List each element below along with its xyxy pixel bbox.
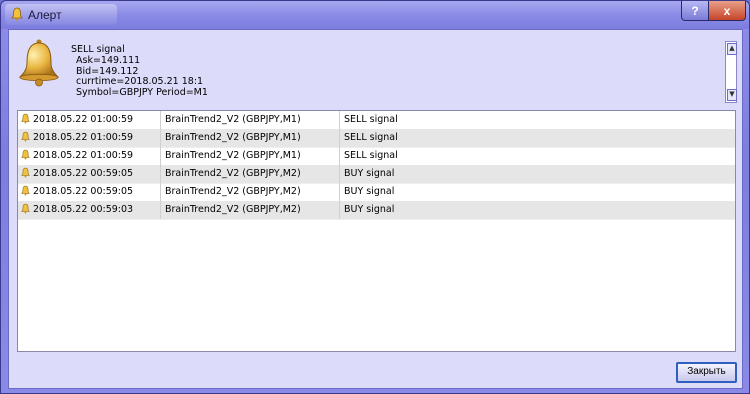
dialog-client-area: SELL signal Ask=149.111 Bid=149.112 curr… (8, 29, 743, 389)
bell-icon (21, 149, 30, 160)
alert-message-cell: BUY signal (344, 168, 395, 179)
message-line: SELL signal (71, 44, 125, 55)
alert-row[interactable]: 2018.05.22 01:00:59 BrainTrend2_V2 (GBPJ… (18, 129, 735, 148)
bell-icon (11, 7, 23, 21)
help-button[interactable]: ? (681, 1, 709, 21)
alert-message-cell: SELL signal (344, 150, 398, 161)
alert-time-cell: 2018.05.22 01:00:59 (18, 129, 161, 147)
alert-list: 2018.05.22 01:00:59 BrainTrend2_V2 (GBPJ… (17, 110, 736, 352)
close-dialog-button[interactable]: Закрыть (676, 362, 737, 383)
bell-icon (21, 185, 30, 196)
message-line: Ask=149.111 (76, 54, 141, 66)
alert-time-cell: 2018.05.22 00:59:03 (18, 201, 161, 219)
bell-icon (21, 131, 30, 142)
message-scrollbar[interactable]: ▲ ▼ (725, 41, 737, 103)
alert-source-cell: BrainTrend2_V2 (GBPJPY,M2) (161, 183, 340, 201)
bell-icon (21, 113, 30, 124)
scroll-down-arrow-icon[interactable]: ▼ (727, 89, 737, 101)
bell-icon (18, 39, 60, 87)
title-bar[interactable]: Алерт ? x (1, 1, 749, 29)
alert-time-cell: 2018.05.22 01:00:59 (18, 147, 161, 165)
alert-time-cell: 2018.05.22 00:59:05 (18, 183, 161, 201)
alert-time-cell: 2018.05.22 01:00:59 (18, 111, 161, 129)
alert-row[interactable]: 2018.05.22 00:59:05 BrainTrend2_V2 (GBPJ… (18, 165, 735, 184)
alert-message-cell: SELL signal (344, 132, 398, 143)
message-line: Symbol=GBPJPY Period=M1 (76, 87, 208, 99)
alert-message-cell: SELL signal (344, 114, 398, 125)
alert-row[interactable]: 2018.05.22 01:00:59 BrainTrend2_V2 (GBPJ… (18, 111, 735, 130)
alert-source-cell: BrainTrend2_V2 (GBPJPY,M2) (161, 165, 340, 183)
window-close-button[interactable]: x (708, 1, 746, 21)
window-title: Алерт (28, 8, 62, 22)
alert-source-cell: BrainTrend2_V2 (GBPJPY,M2) (161, 201, 340, 219)
alert-time-cell: 2018.05.22 00:59:05 (18, 165, 161, 183)
alert-message: SELL signal Ask=149.111 Bid=149.112 curr… (71, 44, 711, 107)
alert-source-cell: BrainTrend2_V2 (GBPJPY,M1) (161, 129, 340, 147)
alert-row[interactable]: 2018.05.22 00:59:05 BrainTrend2_V2 (GBPJ… (18, 183, 735, 202)
bell-icon (21, 203, 30, 214)
alert-message-cell: BUY signal (344, 204, 395, 215)
alert-row[interactable]: 2018.05.22 00:59:03 BrainTrend2_V2 (GBPJ… (18, 201, 735, 220)
scroll-up-arrow-icon[interactable]: ▲ (727, 43, 737, 55)
alert-window: Алерт ? x SELL signal Ask=149.111 Bid=14… (0, 0, 750, 394)
bell-icon (21, 167, 30, 178)
alert-source-cell: BrainTrend2_V2 (GBPJPY,M1) (161, 147, 340, 165)
alert-source-cell: BrainTrend2_V2 (GBPJPY,M1) (161, 111, 340, 129)
alert-row[interactable]: 2018.05.22 01:00:59 BrainTrend2_V2 (GBPJ… (18, 147, 735, 166)
alert-message-cell: BUY signal (344, 186, 395, 197)
